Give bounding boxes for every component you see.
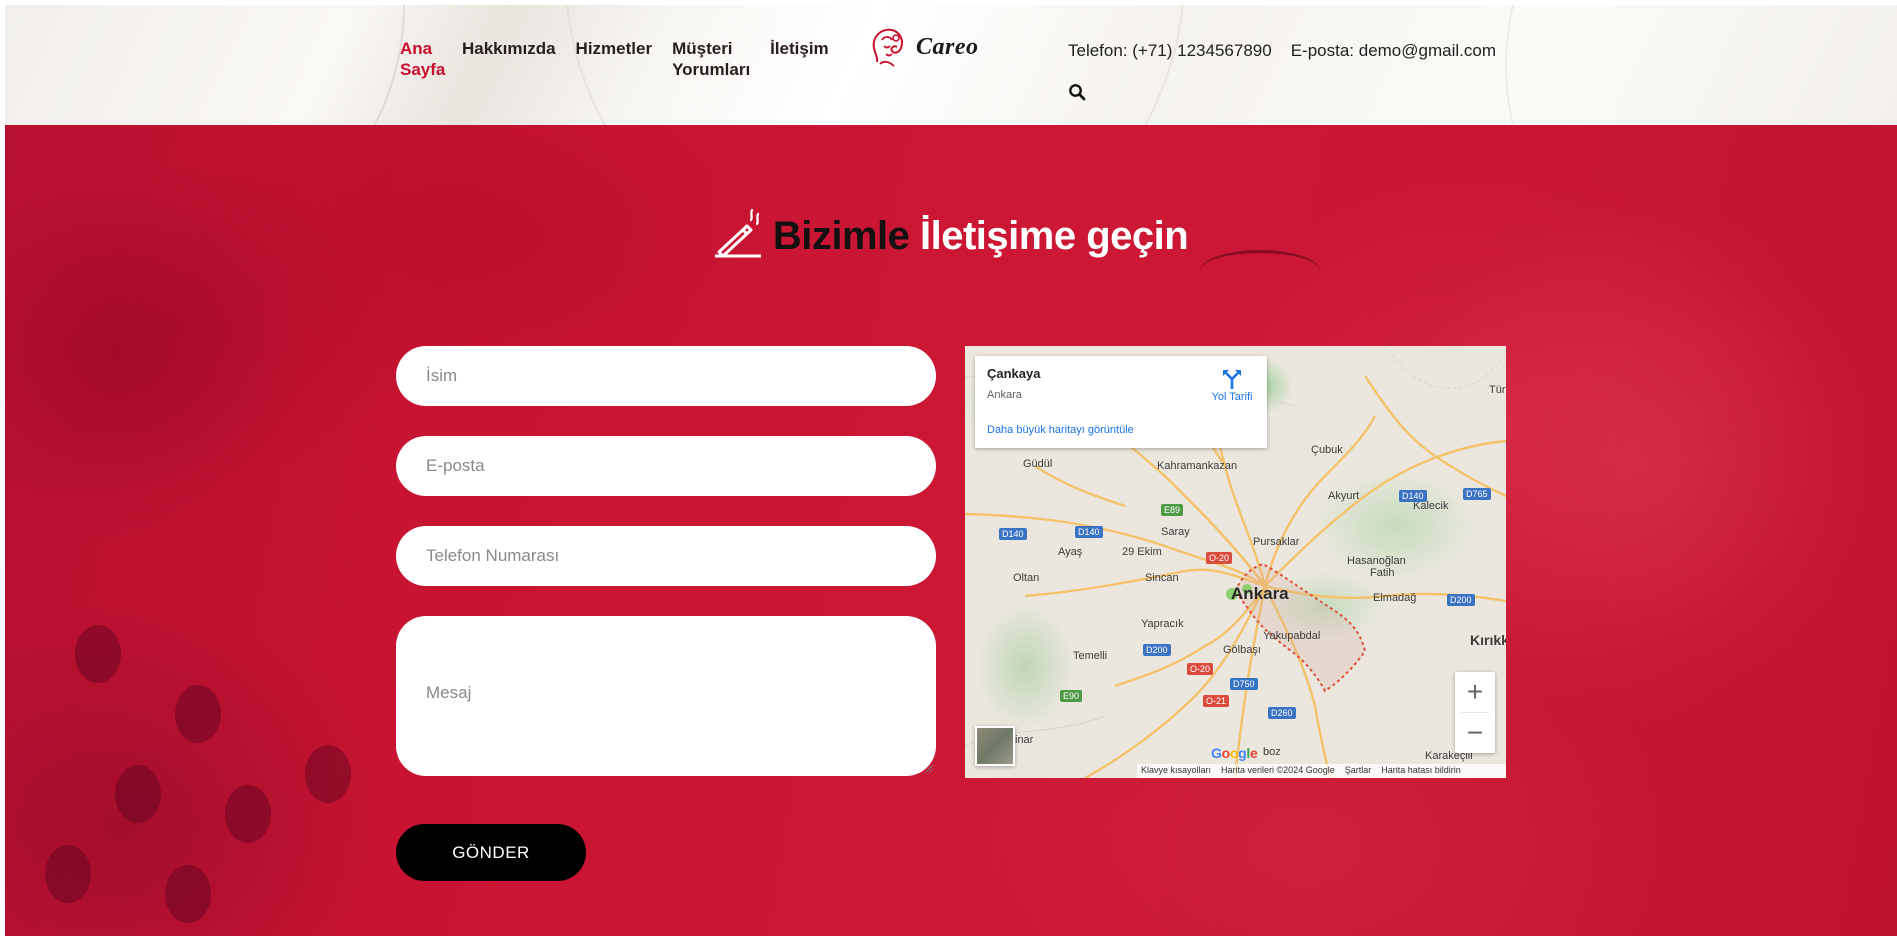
map-zoom-control: + − — [1455, 672, 1495, 753]
nav-item-contact[interactable]: İletişim — [770, 38, 829, 80]
road-badge: D200 — [1447, 594, 1475, 606]
email-field[interactable] — [396, 436, 936, 496]
nav-item-services[interactable]: Hizmetler — [576, 38, 653, 80]
header-email: E-posta: demo@gmail.com — [1290, 41, 1496, 60]
map-label: Kahramankazan — [1157, 460, 1238, 472]
map-label: Ayaş — [1058, 546, 1083, 558]
map-label: Akyurt — [1328, 490, 1360, 502]
background-dot — [175, 685, 221, 743]
writing-pen-icon — [714, 209, 761, 258]
title-light-part: İletişime geçin — [920, 214, 1189, 258]
map-label: Çubuk — [1311, 444, 1343, 456]
map-label: boz — [1263, 746, 1281, 758]
nav-item-testimonials[interactable]: Müşteri Yorumları — [672, 38, 750, 80]
road-badge: D140 — [999, 528, 1027, 540]
google-logo: Google — [1211, 745, 1258, 761]
map-label: Saray — [1161, 526, 1190, 538]
road-badge: D140 — [1075, 526, 1103, 538]
road-badge: D140 — [1399, 490, 1427, 502]
nav-item-about[interactable]: Hakkımızda — [462, 38, 556, 80]
header-decoration — [5, 5, 405, 125]
background-dot — [165, 865, 211, 923]
name-field[interactable] — [396, 346, 936, 406]
resize-handle-icon[interactable] — [924, 764, 934, 774]
map-label: Pursaklar — [1253, 536, 1300, 548]
zoom-in-button[interactable]: + — [1455, 672, 1495, 712]
nav-item-home[interactable]: Ana Sayfa — [400, 38, 445, 80]
map-footer: Klavye kısayolları Harita verileri ©2024… — [1137, 764, 1506, 778]
map-label: Yapracık — [1141, 618, 1184, 630]
road-badge: D750 — [1230, 678, 1258, 690]
brand-logo[interactable]: Careo — [868, 26, 979, 68]
map-label: Oltan — [1013, 572, 1040, 584]
road-badge: O-20 — [1206, 552, 1233, 564]
background-dot — [75, 625, 121, 683]
road-badge: D200 — [1143, 644, 1171, 656]
map-label: inar — [1015, 734, 1034, 746]
zoom-out-button[interactable]: − — [1455, 713, 1495, 753]
map-label: Güdül — [1023, 458, 1053, 470]
map-place-region: Ankara — [987, 389, 1022, 401]
section-title: Bizimle İletişime geçin — [0, 209, 1897, 262]
road-badge: D260 — [1268, 707, 1296, 719]
view-larger-map-link[interactable]: Daha büyük haritayı görüntüle — [987, 424, 1134, 436]
directions-button[interactable]: Yol Tarifi — [1201, 368, 1263, 408]
road-badge: O-20 — [1187, 663, 1214, 675]
map-data-attribution: Harita verileri ©2024 Google — [1221, 765, 1335, 775]
terms-link[interactable]: Şartlar — [1345, 765, 1372, 777]
background-dot — [45, 845, 91, 903]
background-dot — [225, 785, 271, 843]
map-city-label: Ankara — [1231, 584, 1289, 603]
header-decoration — [1505, 5, 1897, 125]
road-badge: E89 — [1161, 504, 1184, 516]
directions-label: Yol Tarifi — [1211, 391, 1253, 403]
map-label: Temelli — [1073, 650, 1108, 662]
map-label: 29 Ekim — [1122, 546, 1162, 558]
embedded-map[interactable]: Güdül Kahramankazan Çubuk Akyurt Kalecik… — [965, 346, 1506, 778]
satellite-toggle[interactable] — [975, 726, 1015, 766]
map-place-card: Çankaya Ankara Daha büyük haritayı görün… — [975, 356, 1267, 448]
road-badge: E90 — [1060, 690, 1083, 702]
directions-icon — [1223, 370, 1241, 389]
map-label: Elmadağ — [1373, 592, 1417, 604]
map-label: Gölbaşı — [1223, 644, 1261, 656]
woman-face-logo-icon — [872, 28, 903, 67]
background-dot — [305, 745, 351, 803]
background-dot — [115, 765, 161, 823]
map-place-name: Çankaya — [987, 366, 1041, 381]
message-field[interactable] — [396, 616, 936, 776]
road-badge: D765 — [1463, 488, 1491, 500]
keyboard-shortcuts-link[interactable]: Klavye kısayolları — [1141, 765, 1211, 777]
header-contact-info: Telefon: (+71) 1234567890 E-posta: demo@… — [1068, 41, 1496, 61]
report-map-error-link[interactable]: Harita hatası bildirin — [1381, 765, 1461, 777]
map-label: Hasanoğlan — [1347, 555, 1406, 567]
title-dark-part: Bizimle — [772, 214, 910, 258]
map-label: Fatih — [1370, 567, 1395, 579]
brand-name: Careo — [916, 33, 979, 60]
map-label: Tür — [1489, 384, 1506, 396]
map-label: Sincan — [1145, 572, 1179, 584]
phone-field[interactable] — [396, 526, 936, 586]
map-label: Yakupabdal — [1263, 630, 1321, 642]
main-nav: Ana Sayfa Hakkımızda Hizmetler Müşteri Y… — [400, 38, 849, 80]
search-icon[interactable] — [1068, 83, 1086, 101]
map-label: Kırıkk — [1470, 632, 1506, 648]
submit-button[interactable]: GÖNDER — [396, 824, 586, 881]
header-phone: Telefon: (+71) 1234567890 — [1068, 41, 1272, 60]
road-badge: O-21 — [1203, 695, 1230, 707]
